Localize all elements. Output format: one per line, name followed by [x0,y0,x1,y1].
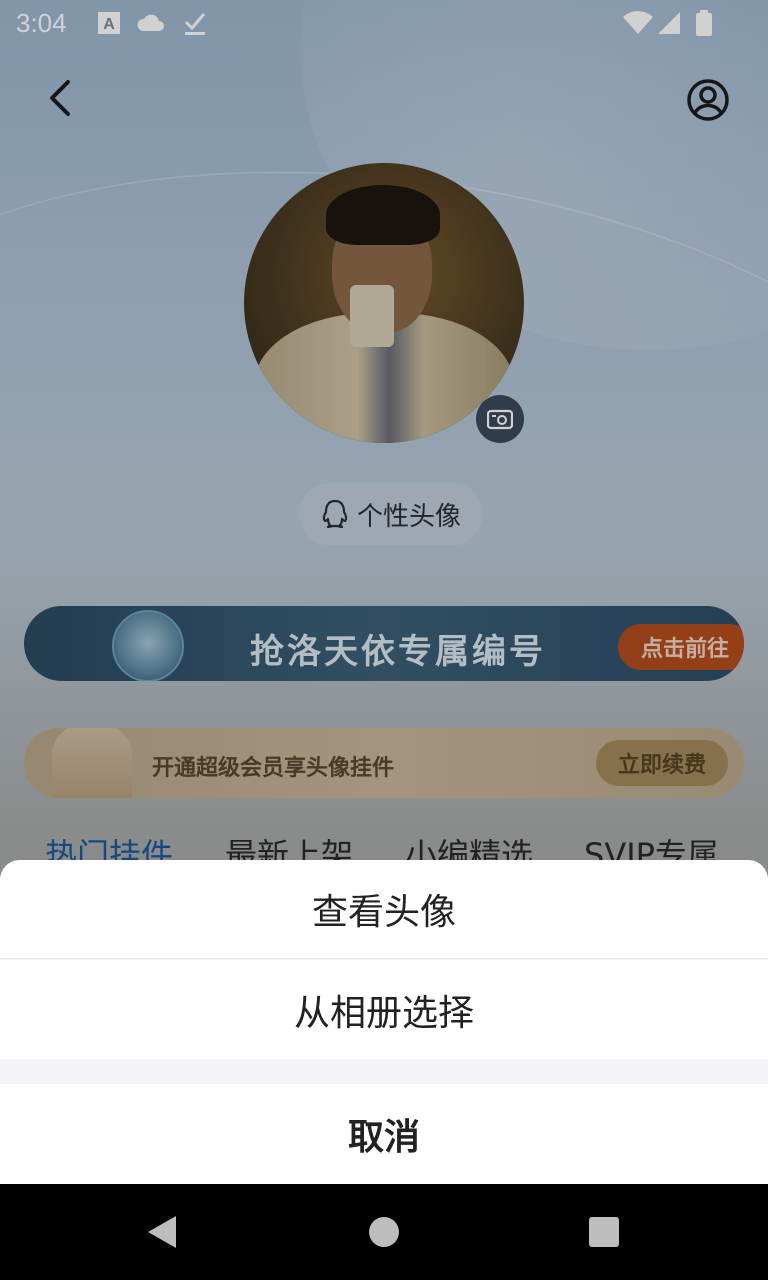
cancel-button[interactable]: 取消 [0,1084,768,1184]
choose-from-album-option[interactable]: 从相册选择 [0,960,768,1059]
nav-back-button[interactable] [146,1214,178,1250]
nav-home-button[interactable] [369,1217,399,1247]
triangle-back-icon [148,1216,176,1248]
nav-recents-button[interactable] [589,1217,619,1247]
view-avatar-option[interactable]: 查看头像 [0,860,768,959]
action-sheet: 查看头像 从相册选择 取消 [0,860,768,1184]
